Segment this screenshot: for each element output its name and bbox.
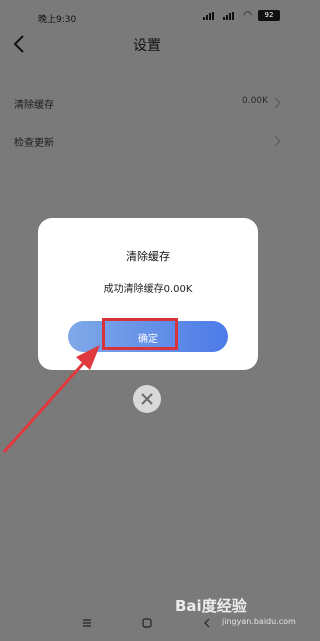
watermark-url: jingyan.baidu.com [222,617,296,626]
menu-icon[interactable] [80,616,94,630]
cache-size-value: 0.00K [242,96,268,106]
chevron-right-icon [274,135,281,147]
watermark-brand: Bai度经验 [175,597,247,615]
dialog-message: 成功清除缓存0.00K [103,284,193,295]
dialog-title: 清除缓存 [126,250,170,263]
settings-row-check-update[interactable]: 检查更新 [0,126,294,156]
signal-icon-2 [223,11,237,20]
battery-icon: 92 [258,10,280,21]
highlight-box [102,318,178,350]
chevron-right-icon [274,97,281,109]
settings-row-label: 检查更新 [14,138,54,149]
settings-row-label: 清除缓存 [14,100,54,111]
settings-row-clear-cache[interactable]: 清除缓存 0.00K [0,88,294,118]
page-title: 设置 [133,38,161,54]
page-header: 设置 [0,30,294,66]
status-time: 晚上9:30 [38,15,77,25]
close-icon [141,393,153,405]
wifi-icon: ◠ [243,9,252,21]
signal-icon [203,11,217,20]
back-icon[interactable] [200,616,214,630]
status-bar: 晚上9:30 ◠ 92 [0,0,294,30]
home-icon[interactable] [140,616,154,630]
status-icons: ◠ 92 [203,10,280,21]
close-dialog-button[interactable] [133,385,161,413]
